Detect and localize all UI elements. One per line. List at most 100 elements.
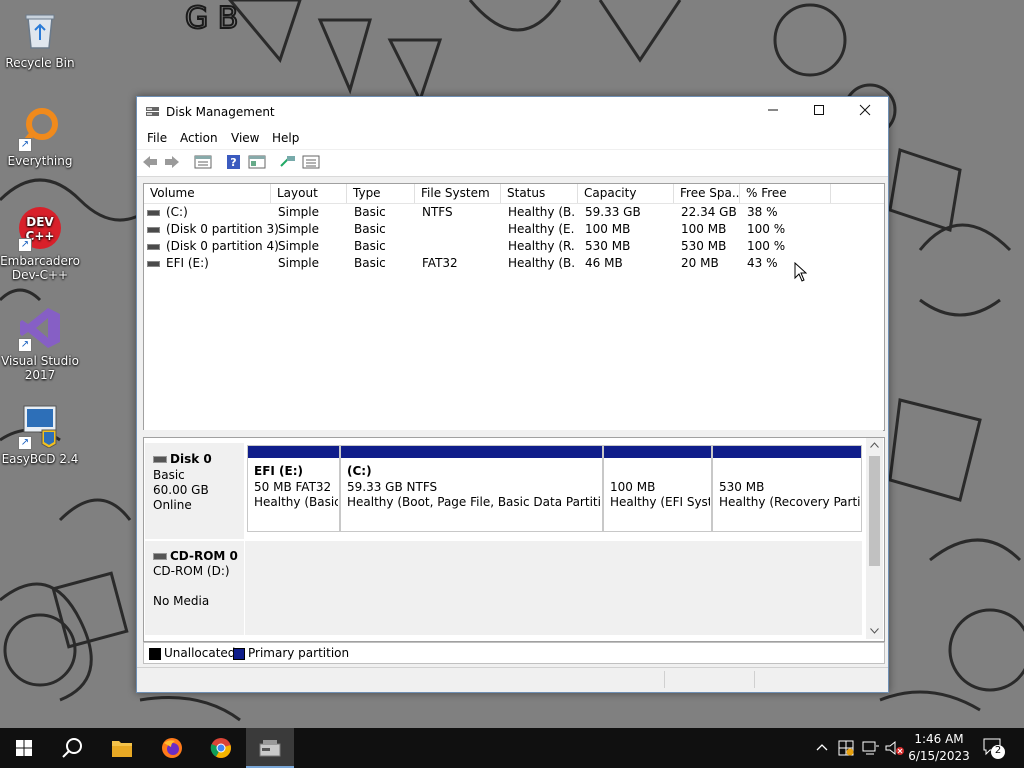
- volume-row[interactable]: (Disk 0 partition 4) Simple Basic Health…: [144, 238, 884, 255]
- column-header-volume[interactable]: Volume: [144, 184, 271, 203]
- type-cell: Basic: [354, 205, 386, 219]
- volume-row[interactable]: (Disk 0 partition 3) Simple Basic Health…: [144, 221, 884, 238]
- menu-action[interactable]: Action: [180, 131, 218, 145]
- visual-studio-icon: ↗: [18, 306, 62, 352]
- column-header-free-space[interactable]: Free Spa...: [674, 184, 740, 203]
- connect-disk-icon[interactable]: [279, 154, 297, 170]
- volume-cell: (Disk 0 partition 4): [147, 238, 279, 255]
- percent-free-cell: 38 %: [747, 205, 778, 219]
- mouse-cursor-icon: [794, 262, 807, 282]
- desktop-icon-label-line1: Embarcadero: [0, 254, 80, 268]
- pane-splitter[interactable]: [143, 430, 883, 436]
- cdrom-0-drive: CD-ROM (D:): [153, 564, 230, 578]
- volume-muted-icon[interactable]: [885, 740, 905, 756]
- partition-recovery[interactable]: 530 MB Healthy (Recovery Partitic: [712, 445, 862, 532]
- cdrom-0-area[interactable]: [245, 541, 862, 635]
- forward-arrow-icon[interactable]: [163, 154, 181, 170]
- primary-partition-bar: [604, 446, 711, 458]
- volume-icon: [147, 226, 160, 233]
- system-clock[interactable]: 1:46 AM 6/15/2023: [906, 731, 972, 765]
- scroll-down-icon[interactable]: [870, 628, 879, 634]
- file-system-cell: NTFS: [422, 205, 453, 219]
- maximize-button[interactable]: [796, 97, 842, 127]
- desktop-icon-recycle-bin[interactable]: Recycle Bin: [0, 8, 80, 70]
- capacity-cell: 59.33 GB: [585, 205, 641, 219]
- layout-cell: Simple: [278, 205, 319, 219]
- partition-status: Healthy (EFI Syste: [610, 495, 710, 509]
- taskbar-firefox[interactable]: [148, 728, 196, 768]
- taskbar-chrome[interactable]: [197, 728, 245, 768]
- column-header-type[interactable]: Type: [347, 184, 415, 203]
- desktop-icon-visual-studio[interactable]: ↗ Visual Studio 2017: [0, 306, 80, 382]
- volume-list[interactable]: Volume Layout Type File System Status Ca…: [143, 183, 885, 431]
- column-header-percent-free[interactable]: % Free: [740, 184, 831, 203]
- status-cell: Healthy (R...: [508, 239, 574, 253]
- status-cell: Healthy (E...: [508, 222, 574, 236]
- console-tree-icon[interactable]: [194, 154, 212, 170]
- cdrom-0-name: CD-ROM 0: [170, 549, 238, 563]
- svg-text:DEV: DEV: [26, 215, 54, 229]
- disk-management-window[interactable]: Disk Management File Action View Help ? …: [136, 96, 889, 693]
- disk-0-info[interactable]: Disk 0 Basic 60.00 GB Online: [145, 443, 244, 539]
- notification-count: 2: [994, 745, 1002, 756]
- shortcut-arrow-icon: ↗: [18, 436, 32, 450]
- desktop-icon-everything[interactable]: ↗ Everything: [0, 106, 80, 168]
- search-button[interactable]: [48, 728, 96, 768]
- partition-efi[interactable]: EFI (E:) 50 MB FAT32 Healthy (Basic: [247, 445, 340, 532]
- taskbar-file-explorer[interactable]: [98, 728, 146, 768]
- back-arrow-icon[interactable]: [141, 154, 159, 170]
- start-button[interactable]: [0, 728, 48, 768]
- type-cell: Basic: [354, 222, 386, 236]
- menu-help[interactable]: Help: [272, 131, 299, 145]
- menu-view[interactable]: View: [231, 131, 259, 145]
- layout-cell: Simple: [278, 222, 319, 236]
- windows-logo-icon: [16, 740, 32, 756]
- vertical-scrollbar[interactable]: [866, 438, 883, 639]
- menu-file[interactable]: File: [147, 131, 167, 145]
- volume-name: (Disk 0 partition 3): [166, 222, 279, 236]
- partition-efi-system[interactable]: 100 MB Healthy (EFI Syste: [603, 445, 712, 532]
- volume-icon: [147, 209, 160, 216]
- volume-row[interactable]: (C:) Simple Basic NTFS Healthy (B... 59.…: [144, 204, 884, 221]
- minimize-button[interactable]: [750, 97, 796, 127]
- partition-c[interactable]: (C:) 59.33 GB NTFS Healthy (Boot, Page F…: [340, 445, 603, 532]
- status-cell: Healthy (B...: [508, 205, 574, 219]
- column-header-layout[interactable]: Layout: [271, 184, 347, 203]
- volume-icon: [147, 260, 160, 267]
- legend-unallocated: Unallocated: [164, 646, 236, 660]
- partition-size: 530 MB: [719, 480, 765, 494]
- network-icon[interactable]: [862, 740, 880, 756]
- help-icon[interactable]: ?: [225, 154, 243, 170]
- desktop-icon-label: Recycle Bin: [5, 56, 75, 70]
- partition-status: Healthy (Recovery Partitic: [719, 495, 860, 509]
- volume-cell: EFI (E:): [147, 255, 209, 272]
- notification-center-button[interactable]: 2: [982, 736, 1006, 763]
- disk-graphical-view[interactable]: Disk 0 Basic 60.00 GB Online EFI (E:) 50…: [143, 437, 885, 642]
- cdrom-0-info[interactable]: CD-ROM 0 CD-ROM (D:) No Media: [145, 541, 244, 635]
- show-hidden-icons-chevron-up-icon[interactable]: [816, 742, 828, 754]
- title-bar[interactable]: Disk Management: [137, 97, 888, 128]
- scroll-up-icon[interactable]: [870, 442, 879, 448]
- svg-text:G B: G B: [185, 1, 238, 36]
- desktop-icon-dev-cpp[interactable]: DEV C++ ↗ Embarcadero Dev-C++: [0, 206, 80, 282]
- properties-icon[interactable]: [248, 154, 266, 170]
- disk-0-name: Disk 0: [170, 452, 212, 466]
- percent-free-cell: 100 %: [747, 222, 786, 236]
- list-view-icon[interactable]: [302, 154, 320, 170]
- close-button[interactable]: [842, 97, 888, 127]
- desktop-icon-label-line2: 2017: [24, 368, 56, 382]
- unallocated-swatch: [149, 648, 161, 660]
- scrollbar-thumb[interactable]: [869, 456, 880, 566]
- security-tray-icon[interactable]: [838, 740, 854, 756]
- dev-cpp-icon: DEV C++ ↗: [18, 206, 62, 252]
- column-header-status[interactable]: Status: [501, 184, 578, 203]
- taskbar-disk-management[interactable]: [246, 728, 294, 768]
- column-header-file-system[interactable]: File System: [415, 184, 501, 203]
- desktop-icon-easybcd[interactable]: ↗ EasyBCD 2.4: [0, 404, 80, 466]
- free-space-cell: 530 MB: [681, 239, 727, 253]
- percent-free-cell: 100 %: [747, 239, 786, 253]
- partition-status: Healthy (Boot, Page File, Basic Data Par…: [347, 495, 601, 509]
- volume-row[interactable]: EFI (E:) Simple Basic FAT32 Healthy (B..…: [144, 255, 884, 272]
- column-header-capacity[interactable]: Capacity: [578, 184, 674, 203]
- shortcut-arrow-icon: ↗: [18, 238, 32, 252]
